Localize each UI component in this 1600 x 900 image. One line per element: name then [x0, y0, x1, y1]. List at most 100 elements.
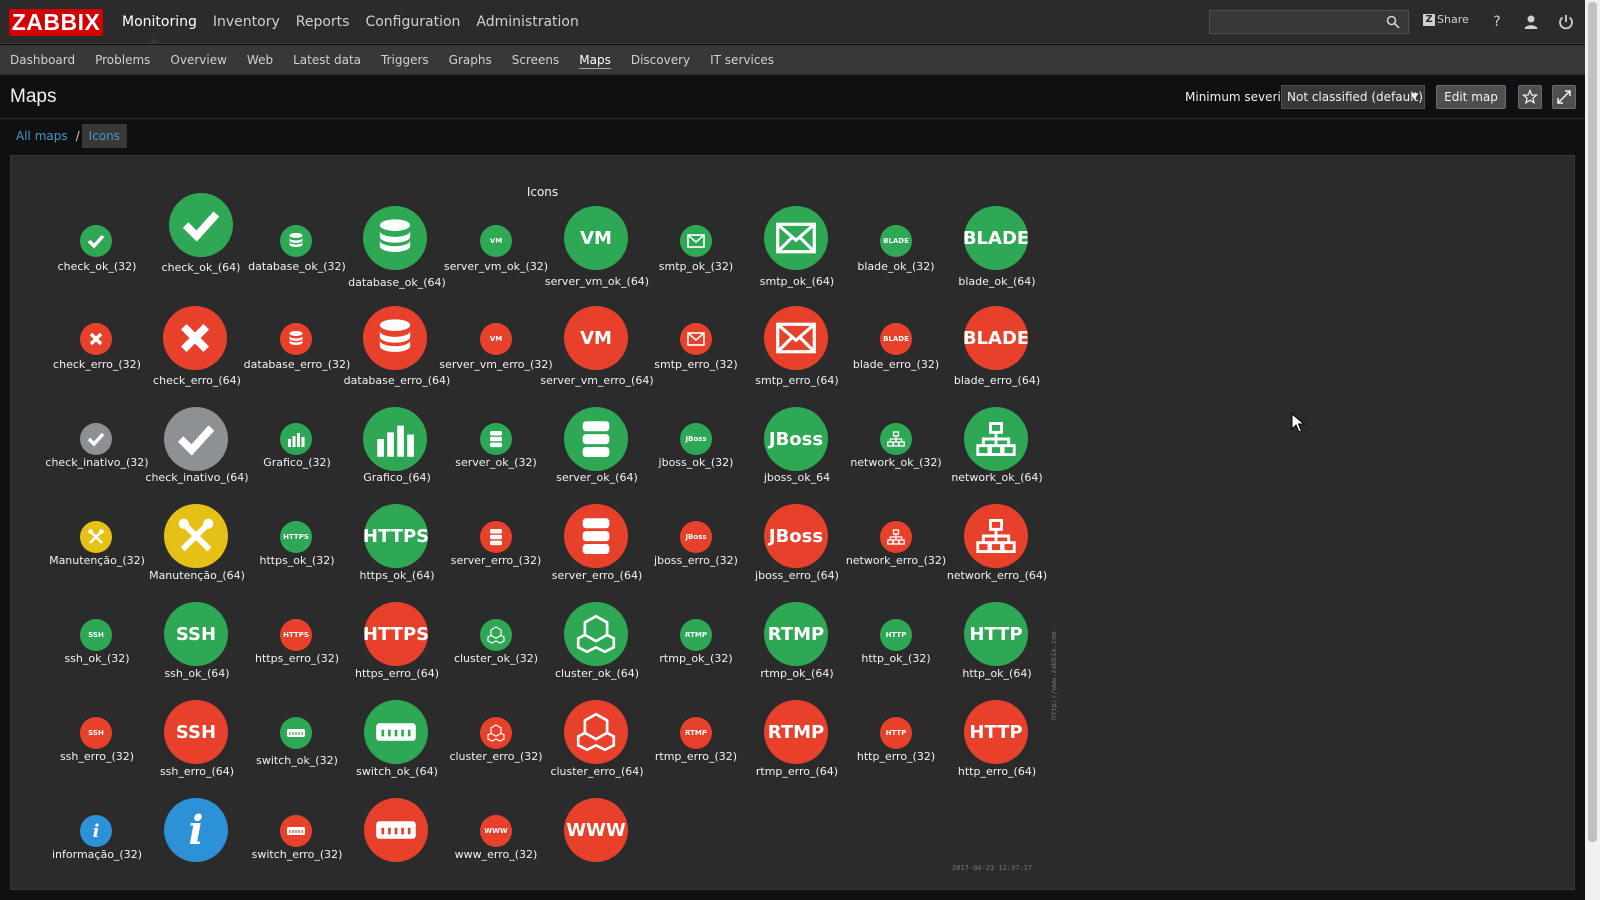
map-element-label: server_vm_ok_(32)	[443, 260, 549, 273]
blade-erro-64-icon[interactable]: BLADE	[964, 306, 1028, 370]
cluster-ok-64-icon[interactable]	[564, 602, 628, 666]
switch-ok-64-icon[interactable]	[364, 700, 428, 764]
check-ok-32-icon[interactable]	[80, 225, 112, 257]
ssh-erro-64-icon[interactable]: SSH	[164, 700, 228, 764]
map-element-label: blade_erro_(32)	[852, 358, 940, 371]
map-element-label: cluster_ok_(64)	[554, 667, 640, 680]
ssh-ok-64-icon[interactable]: SSH	[164, 602, 228, 666]
server-vm-erro-32-icon[interactable]: VM	[480, 323, 512, 355]
map-element-label: https_erro_(64)	[355, 667, 439, 680]
scrollbar-thumb[interactable]	[1588, 2, 1597, 842]
network-ok-32-icon[interactable]	[880, 423, 912, 455]
rtmp-ok-32-icon[interactable]: RTMP	[680, 619, 712, 651]
blade-erro-32-icon[interactable]: BLADE	[880, 323, 912, 355]
www-erro-64-icon[interactable]: WWW	[564, 798, 628, 862]
map-element-label: cluster_erro_(64)	[550, 765, 644, 778]
database-ok-64-icon[interactable]	[363, 206, 427, 270]
rtmp-erro-32-icon[interactable]: RTMP	[680, 717, 712, 749]
smtp-ok-64-icon[interactable]	[764, 206, 828, 270]
map-element-label: ssh_erro_(32)	[59, 750, 135, 763]
map-timestamp: 2017-04-23 12:37:17	[952, 864, 1033, 872]
rtmp-erro-64-icon[interactable]: RTMP	[764, 700, 828, 764]
jboss-erro-32-icon[interactable]: JBoss	[680, 521, 712, 553]
https-erro-32-icon[interactable]: HTTPS	[280, 619, 312, 651]
network-erro-32-icon[interactable]	[880, 521, 912, 553]
cluster-ok-32-icon[interactable]	[480, 619, 512, 651]
informacao-64-icon[interactable]: i	[164, 798, 228, 862]
map-element-label: blade_erro_(64)	[953, 374, 1041, 387]
map-element-label: https_ok_(32)	[259, 554, 335, 567]
server-erro-64-icon[interactable]	[564, 504, 628, 568]
server-ok-32-icon[interactable]	[480, 423, 512, 455]
map-element-label: blade_ok_(64)	[958, 275, 1036, 288]
cluster-erro-64-icon[interactable]	[564, 700, 628, 764]
server-vm-ok-64-icon[interactable]: VM	[564, 206, 628, 270]
http-ok-32-icon[interactable]: HTTP	[880, 619, 912, 651]
map-element-label: rtmp_ok_(32)	[659, 652, 733, 665]
grafico-32-icon[interactable]	[280, 423, 312, 455]
https-erro-64-icon[interactable]: HTTPS	[364, 602, 428, 666]
jboss-ok-64-icon[interactable]: JBoss	[764, 407, 828, 471]
map-url-watermark: http://www.zabbix.com	[1050, 631, 1058, 720]
ssh-ok-32-icon[interactable]: SSH	[80, 619, 112, 651]
map-element-label: server_erro_(32)	[450, 554, 542, 567]
network-erro-64-icon[interactable]	[964, 504, 1028, 568]
map-element-label: network_ok_(32)	[850, 456, 942, 469]
map-element-label: Manutenção_(64)	[149, 569, 245, 582]
server-ok-64-icon[interactable]	[564, 407, 628, 471]
map-element-label: check_inativo_(64)	[145, 471, 249, 484]
server-erro-32-icon[interactable]	[480, 521, 512, 553]
map-element-label: ssh_ok_(32)	[64, 652, 130, 665]
switch-erro-64-icon[interactable]	[364, 798, 428, 862]
http-erro-64-icon[interactable]: HTTP	[964, 700, 1028, 764]
informacao-32-icon[interactable]: i	[80, 815, 112, 847]
server-vm-erro-64-icon[interactable]: VM	[564, 306, 628, 370]
http-ok-64-icon[interactable]: HTTP	[964, 602, 1028, 666]
switch-erro-32-icon[interactable]	[280, 815, 312, 847]
smtp-erro-32-icon[interactable]	[680, 323, 712, 355]
map-element-label: jboss_ok_64	[763, 471, 831, 484]
check-erro-64-icon[interactable]	[163, 306, 227, 370]
map-element-label: database_ok_(64)	[348, 276, 446, 289]
map-element-label: server_ok_(32)	[455, 456, 537, 469]
cluster-erro-32-icon[interactable]	[480, 717, 512, 749]
map-element-label: rtmp_erro_(64)	[755, 765, 839, 778]
jboss-ok-32-icon[interactable]: JBoss	[680, 423, 712, 455]
map-element-label: www_erro_(32)	[454, 848, 538, 861]
map-element-label: rtmp_ok_(64)	[760, 667, 834, 680]
map-element-label: jboss_ok_(32)	[658, 456, 734, 469]
manutencao-32-icon[interactable]	[80, 521, 112, 553]
server-vm-ok-32-icon[interactable]: VM	[480, 225, 512, 257]
check-ok-64-icon[interactable]	[169, 193, 233, 257]
www-erro-32-icon[interactable]: WWW	[480, 815, 512, 847]
ssh-erro-32-icon[interactable]: SSH	[80, 717, 112, 749]
page-scrollbar[interactable]	[1585, 0, 1600, 900]
grafico-64-icon[interactable]	[363, 407, 427, 471]
rtmp-ok-64-icon[interactable]: RTMP	[764, 602, 828, 666]
network-ok-64-icon[interactable]	[964, 407, 1028, 471]
map-element-label: smtp_ok_(64)	[759, 275, 835, 288]
map-element-label: Grafico_(32)	[263, 456, 331, 469]
check-inativo-64-icon[interactable]	[164, 407, 228, 471]
jboss-erro-64-icon[interactable]: JBoss	[764, 504, 828, 568]
https-ok-32-icon[interactable]: HTTPS	[280, 521, 312, 553]
map-element-label: Grafico_(64)	[363, 471, 431, 484]
check-erro-32-icon[interactable]	[80, 323, 112, 355]
manutencao-64-icon[interactable]	[164, 504, 228, 568]
switch-ok-32-icon[interactable]	[280, 717, 312, 749]
http-erro-32-icon[interactable]: HTTP	[880, 717, 912, 749]
smtp-erro-64-icon[interactable]	[764, 306, 828, 370]
map-element-label: http_erro_(64)	[957, 765, 1037, 778]
smtp-ok-32-icon[interactable]	[680, 225, 712, 257]
check-inativo-32-icon[interactable]	[80, 423, 112, 455]
database-ok-32-icon[interactable]	[280, 225, 312, 257]
https-ok-64-icon[interactable]: HTTPS	[364, 504, 428, 568]
blade-ok-64-icon[interactable]: BLADE	[964, 206, 1028, 270]
database-erro-64-icon[interactable]	[363, 306, 427, 370]
map-element-label: server_erro_(64)	[551, 569, 643, 582]
map-element-label: Manutenção_(32)	[49, 554, 145, 567]
database-erro-32-icon[interactable]	[280, 323, 312, 355]
blade-ok-32-icon[interactable]: BLADE	[880, 225, 912, 257]
map-element-label: switch_ok_(64)	[356, 765, 438, 778]
map-element-label: jboss_erro_(64)	[755, 569, 839, 582]
